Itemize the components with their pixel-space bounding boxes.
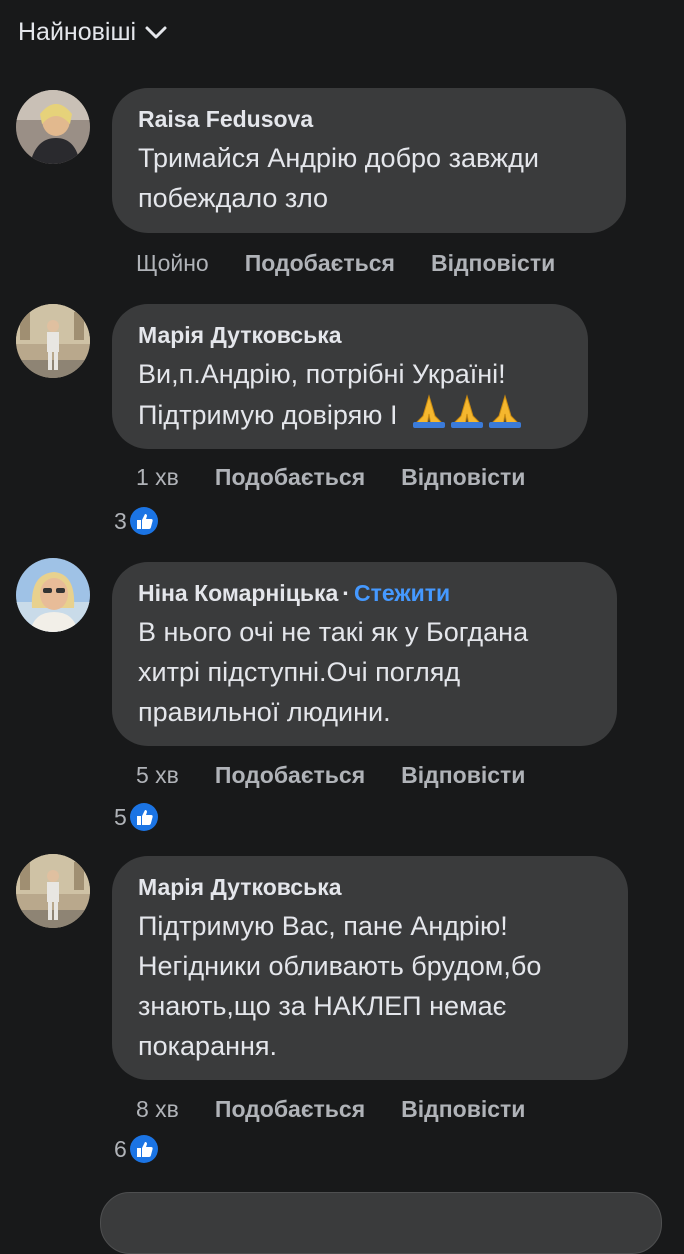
comment-actions: 8 хв Подобається Відповісти [136, 1096, 525, 1123]
comment-actions: Щойно Подобається Відповісти [136, 250, 555, 277]
like-button[interactable]: Подобається [215, 464, 365, 491]
like-button[interactable]: Подобається [245, 250, 395, 277]
comment-time[interactable]: Щойно [136, 250, 209, 277]
comment-bubble: Марія Дутковська Підтримую Вас, пане Анд… [112, 856, 628, 1080]
reaction-count[interactable]: 6 [114, 1134, 159, 1164]
like-reaction-icon [129, 507, 158, 535]
sort-label: Найновіші [18, 18, 137, 46]
reply-button[interactable]: Відповісти [431, 250, 555, 277]
comment-text: Ви,п.Андрію, потрібні Україні! Підтримую… [138, 354, 562, 439]
comment-actions: 5 хв Подобається Відповісти [136, 762, 525, 789]
reaction-count[interactable]: 3 [114, 506, 159, 536]
avatar[interactable] [16, 304, 90, 378]
like-button[interactable]: Подобається [215, 762, 365, 789]
chevron-down-icon [145, 26, 167, 38]
comment-time[interactable]: 8 хв [136, 1096, 179, 1123]
pray-emoji-icon [411, 394, 523, 439]
comment-time[interactable]: 1 хв [136, 464, 179, 491]
comment-author[interactable]: Raisa Fedusova [138, 102, 600, 136]
reply-button[interactable]: Відповісти [401, 762, 525, 789]
comment-text: Тримайся Андрію добро завжди побеждало з… [138, 143, 539, 213]
like-reaction-icon [129, 803, 158, 831]
reaction-count[interactable]: 5 [114, 802, 159, 832]
comment-bubble: Raisa Fedusova Тримайся Андрію добро зав… [112, 88, 626, 233]
sort-dropdown[interactable]: Найновіші [18, 18, 168, 47]
comment-time[interactable]: 5 хв [136, 762, 179, 789]
reply-button[interactable]: Відповісти [401, 1096, 525, 1123]
like-button[interactable]: Подобається [215, 1096, 365, 1123]
comment-actions: 1 хв Подобається Відповісти [136, 464, 525, 491]
comment-text: Підтримую Вас, пане Андрію! Негідники об… [138, 911, 542, 1061]
comment-author[interactable]: Марія Дутковська [138, 870, 602, 904]
reply-button[interactable]: Відповісти [401, 464, 525, 491]
comment-author-line: Ніна Комарніцька · Стежити [138, 576, 591, 610]
comment-text: В нього очі не такі як у Богдана хитрі п… [138, 617, 529, 727]
separator-dot: · [342, 580, 350, 606]
like-reaction-icon [129, 1135, 158, 1163]
comment-input[interactable] [100, 1192, 662, 1254]
avatar[interactable] [16, 558, 90, 632]
comment-author[interactable]: Ніна Комарніцька [138, 580, 338, 606]
follow-button[interactable]: Стежити [354, 580, 450, 606]
comment-author[interactable]: Марія Дутковська [138, 318, 562, 352]
avatar[interactable] [16, 854, 90, 928]
avatar[interactable] [16, 90, 90, 164]
comment-bubble: Марія Дутковська Ви,п.Андрію, потрібні У… [112, 304, 588, 449]
comment-bubble: Ніна Комарніцька · Стежити В нього очі не … [112, 562, 617, 746]
